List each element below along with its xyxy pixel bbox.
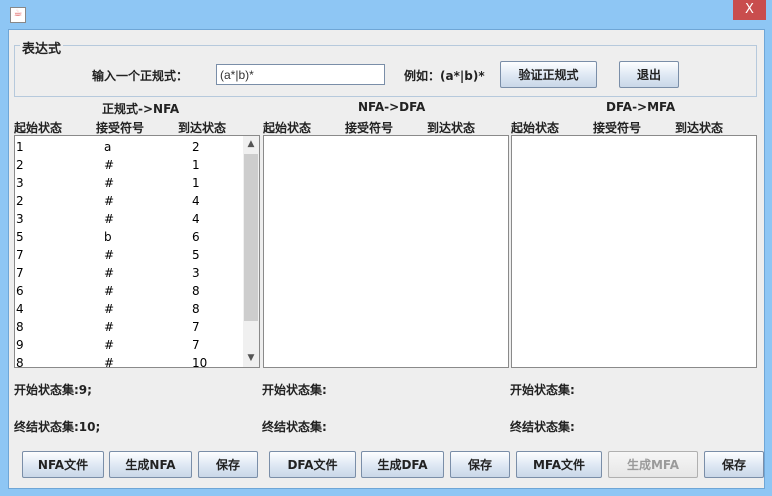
scroll-down-icon[interactable]: ▼ <box>243 350 259 367</box>
col-header-end: 到达状态 <box>675 121 724 135</box>
symbol: # <box>104 302 115 316</box>
to-state: 8 <box>192 284 200 298</box>
from-state: 7 <box>16 266 24 280</box>
dfa-file-button[interactable]: DFA文件 <box>269 451 356 478</box>
panel-title-nfa: 正规式->NFA <box>102 102 180 116</box>
mfa-file-button[interactable]: MFA文件 <box>516 451 602 478</box>
symbol: b <box>104 230 112 244</box>
col-header-symbol: 接受符号 <box>96 121 145 135</box>
dfa-transition-list[interactable] <box>263 135 509 368</box>
to-state: 7 <box>192 320 200 334</box>
scrollbar[interactable]: ▲ ▼ <box>243 136 259 367</box>
list-item[interactable]: 3 #1 <box>15 174 243 192</box>
mfa-end-set: 终结状态集: <box>510 420 575 434</box>
exit-button[interactable]: 退出 <box>619 61 679 88</box>
col-header-end: 到达状态 <box>427 121 476 135</box>
title-bar: ☕ X <box>0 0 772 29</box>
to-state: 2 <box>192 140 200 154</box>
from-state: 1 <box>16 140 24 154</box>
list-item[interactable]: 8 #10 <box>15 354 243 368</box>
panel-title-dfa: NFA->DFA <box>358 100 426 114</box>
from-state: 6 <box>16 284 24 298</box>
list-item[interactable]: 7 #3 <box>15 264 243 282</box>
from-state: 8 <box>16 356 24 368</box>
list-item[interactable]: 3 #4 <box>15 210 243 228</box>
generate-nfa-button[interactable]: 生成NFA <box>109 451 192 478</box>
nfa-start-set: 开始状态集:9; <box>14 383 92 397</box>
symbol: # <box>104 284 115 298</box>
from-state: 3 <box>16 212 24 226</box>
list-item[interactable]: 2 #4 <box>15 192 243 210</box>
to-state: 6 <box>192 230 200 244</box>
list-item[interactable]: 6 #8 <box>15 282 243 300</box>
dfa-start-set: 开始状态集: <box>262 383 327 397</box>
list-item[interactable]: 9 #7 <box>15 336 243 354</box>
from-state: 2 <box>16 158 24 172</box>
regex-input[interactable] <box>216 64 385 85</box>
col-header-end: 到达状态 <box>178 121 227 135</box>
to-state: 3 <box>192 266 200 280</box>
symbol: # <box>104 338 115 352</box>
close-button[interactable]: X <box>733 0 766 20</box>
expression-group-title: 表达式 <box>20 38 64 57</box>
symbol: # <box>104 248 115 262</box>
col-header-start: 起始状态 <box>14 121 63 135</box>
scrollbar-thumb[interactable] <box>244 154 258 321</box>
dfa-end-set: 终结状态集: <box>262 420 327 434</box>
list-item[interactable]: 5 b 6 <box>15 228 243 246</box>
to-state: 7 <box>192 338 200 352</box>
save-nfa-button[interactable]: 保存 <box>198 451 258 478</box>
list-item[interactable]: 7 #5 <box>15 246 243 264</box>
list-item[interactable]: 8 #7 <box>15 318 243 336</box>
verify-regex-button[interactable]: 验证正规式 <box>500 61 597 88</box>
from-state: 7 <box>16 248 24 262</box>
to-state: 4 <box>192 212 200 226</box>
scroll-up-icon[interactable]: ▲ <box>243 136 259 153</box>
example-label: 例如：(a*|b)* <box>404 69 485 83</box>
from-state: 4 <box>16 302 24 316</box>
save-mfa-button[interactable]: 保存 <box>704 451 764 478</box>
from-state: 3 <box>16 176 24 190</box>
to-state: 4 <box>192 194 200 208</box>
nfa-end-set: 终结状态集:10; <box>14 420 101 434</box>
to-state: 1 <box>192 158 200 172</box>
list-item[interactable]: 4 #8 <box>15 300 243 318</box>
symbol: # <box>104 212 115 226</box>
mfa-start-set: 开始状态集: <box>510 383 575 397</box>
col-header-start: 起始状态 <box>511 121 560 135</box>
to-state: 1 <box>192 176 200 190</box>
nfa-file-button[interactable]: NFA文件 <box>22 451 104 478</box>
from-state: 9 <box>16 338 24 352</box>
symbol: # <box>104 356 115 368</box>
input-label: 输入一个正规式： <box>92 69 189 83</box>
from-state: 5 <box>16 230 24 244</box>
symbol: # <box>104 320 115 334</box>
from-state: 2 <box>16 194 24 208</box>
col-header-symbol: 接受符号 <box>345 121 394 135</box>
list-item[interactable]: 1 a 2 <box>15 138 243 156</box>
nfa-transition-list[interactable]: 8 #10 9 #7 8 #7 4 #8 6 #8 7 #3 7 #5 5 b 6 3 #4 2 #4 3 #1 2 #1 1 a 2… <box>14 135 260 368</box>
symbol: a <box>104 140 112 154</box>
generate-mfa-button[interactable]: 生成MFA <box>608 451 698 478</box>
symbol: # <box>104 158 115 172</box>
to-state: 5 <box>192 248 200 262</box>
col-header-start: 起始状态 <box>263 121 312 135</box>
symbol: # <box>104 266 115 280</box>
mfa-transition-list[interactable] <box>511 135 757 368</box>
save-dfa-button[interactable]: 保存 <box>450 451 510 478</box>
list-item[interactable]: 2 #1 <box>15 156 243 174</box>
from-state: 8 <box>16 320 24 334</box>
col-header-symbol: 接受符号 <box>593 121 642 135</box>
symbol: # <box>104 176 115 190</box>
panel-title-mfa: DFA->MFA <box>606 100 676 114</box>
to-state: 8 <box>192 302 200 316</box>
symbol: # <box>104 194 115 208</box>
generate-dfa-button[interactable]: 生成DFA <box>361 451 444 478</box>
to-state: 10 <box>192 356 208 368</box>
java-app-icon: ☕ <box>10 7 26 23</box>
